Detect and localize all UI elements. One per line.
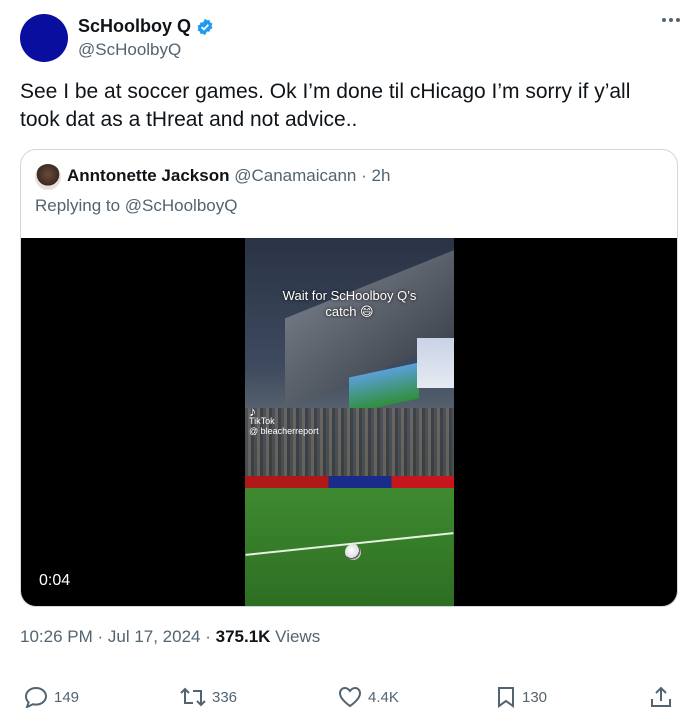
quoted-separator: · bbox=[361, 166, 367, 185]
quoted-time[interactable]: 2h bbox=[372, 166, 391, 185]
verified-badge-icon bbox=[197, 18, 213, 35]
video-timestamp: 0:04 bbox=[39, 572, 71, 589]
action-bar: 149 336 4.4K 130 bbox=[0, 686, 700, 708]
bookmark-count: 130 bbox=[522, 688, 548, 706]
reply-button[interactable]: 149 bbox=[24, 686, 79, 708]
share-icon bbox=[651, 686, 671, 707]
heart-icon bbox=[338, 686, 362, 708]
tweet-meta: 10:26 PM · Jul 17, 2024 · 375.1K Views bbox=[20, 627, 320, 647]
quoted-tweet[interactable]: Anntonette Jackson @Canamaicann · 2h Rep… bbox=[20, 149, 678, 607]
views-count: 375.1K bbox=[215, 627, 271, 646]
bookmark-icon bbox=[498, 687, 514, 708]
tiktok-icon: ♪ bbox=[249, 403, 256, 419]
bookmark-button[interactable]: 130 bbox=[496, 686, 547, 708]
quoted-author-handle[interactable]: @Canamaicann bbox=[234, 166, 356, 185]
author-avatar[interactable] bbox=[20, 14, 68, 62]
quoted-author-name[interactable]: Anntonette Jackson bbox=[67, 166, 229, 185]
repost-button[interactable]: 336 bbox=[180, 686, 237, 708]
video-frame: Wait for ScHoolboy Q’s catch 😄 ♪ TikTok … bbox=[245, 238, 454, 606]
video-player[interactable]: Wait for ScHoolboy Q’s catch 😄 ♪ TikTok … bbox=[21, 238, 677, 606]
soccer-ball bbox=[345, 544, 361, 560]
reply-icon bbox=[24, 686, 48, 708]
tweet-timestamp[interactable]: 10:26 PM · Jul 17, 2024 · bbox=[20, 627, 216, 646]
like-button[interactable]: 4.4K bbox=[338, 686, 399, 708]
replying-to: Replying to @ScHoolboyQ bbox=[35, 196, 238, 215]
tiktok-watermark: ♪ TikTok @ bleacherreport bbox=[249, 403, 319, 436]
like-count: 4.4K bbox=[368, 688, 399, 706]
video-caption: Wait for ScHoolboy Q’s catch 😄 bbox=[282, 288, 417, 319]
reply-count: 149 bbox=[54, 688, 80, 706]
tweet-text: See I be at soccer games. Ok I’m done ti… bbox=[20, 80, 631, 131]
more-options-icon[interactable] bbox=[662, 18, 680, 22]
quoted-author-avatar[interactable] bbox=[35, 164, 61, 190]
share-button[interactable] bbox=[650, 686, 672, 708]
repost-icon bbox=[180, 687, 206, 707]
author-name[interactable]: ScHoolboy Q bbox=[78, 16, 191, 37]
repost-count: 336 bbox=[212, 688, 238, 706]
author-handle[interactable]: @ScHoolbyQ bbox=[78, 40, 181, 60]
views-label: Views bbox=[270, 627, 321, 646]
